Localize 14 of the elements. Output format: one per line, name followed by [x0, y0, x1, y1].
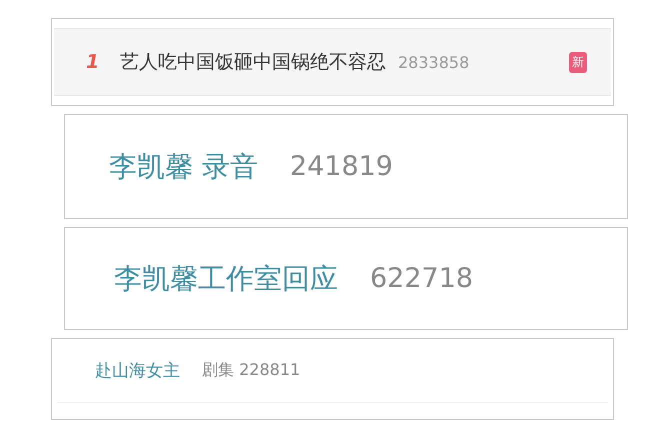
- topic-title: 艺人吃中国饭砸中国锅绝不容忍: [120, 50, 386, 75]
- hot-search-row[interactable]: 1 艺人吃中国饭砸中国锅绝不容忍 2833858 新: [54, 28, 611, 96]
- hot-search-card[interactable]: 赴山海女主 剧集 228811: [51, 338, 614, 420]
- hot-search-card[interactable]: 李凯馨工作室回应 622718: [64, 227, 628, 330]
- category-count: 剧集 228811: [202, 360, 300, 381]
- new-badge: 新: [569, 52, 587, 72]
- search-count: 2833858: [398, 52, 470, 72]
- topic-title: 赴山海女主: [95, 360, 180, 382]
- topic-title: 李凯馨工作室回应: [114, 260, 338, 296]
- search-count: 622718: [370, 263, 474, 294]
- hot-search-card[interactable]: 李凯馨 录音 241819: [64, 114, 628, 219]
- rank-number: 1: [86, 51, 100, 73]
- search-count: 241819: [290, 151, 393, 182]
- topic-title: 李凯馨 录音: [109, 148, 258, 184]
